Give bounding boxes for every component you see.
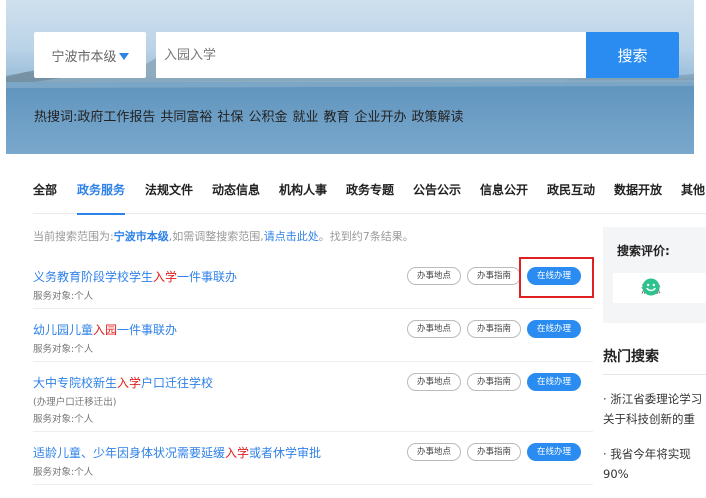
rating-title: 搜索评价: bbox=[617, 244, 670, 258]
tab-gov-services[interactable]: 政务服务 bbox=[77, 178, 126, 215]
service-target: 服务对象:个人 bbox=[33, 467, 94, 478]
tab-regulations[interactable]: 法规文件 bbox=[145, 178, 212, 214]
result-item: 义务教育阶段学校学生入学一件事联办 服务对象:个人 办事地点 办事指南 在线办理 bbox=[33, 256, 593, 309]
service-target: 服务对象:个人 bbox=[33, 344, 94, 355]
tab-announcements[interactable]: 公告公示 bbox=[413, 178, 480, 214]
hot-search-list: · 浙江省委理论学习 关于科技创新的重 · 我省今年将实现 90% bbox=[603, 389, 706, 484]
result-actions: 办事地点 办事指南 在线办理 bbox=[401, 443, 581, 461]
guide-button[interactable]: 办事指南 bbox=[466, 373, 521, 391]
hot-search-item[interactable]: · 我省今年将实现 bbox=[603, 444, 706, 464]
service-note: (办理户口迁移迁出) bbox=[33, 397, 117, 408]
tab-all[interactable]: 全部 bbox=[33, 178, 77, 214]
location-button[interactable]: 办事地点 bbox=[406, 267, 461, 285]
online-apply-button[interactable]: 在线办理 bbox=[526, 373, 581, 391]
smile-icon bbox=[642, 278, 660, 296]
city-select-label: 宁波市本级 bbox=[51, 49, 117, 65]
scope-middle: ,如需调整搜索范围, bbox=[168, 230, 264, 243]
service-target: 服务对象:个人 bbox=[33, 291, 94, 302]
scope-prefix: 当前搜索范围为: bbox=[33, 230, 114, 243]
scope-name: 宁波市本级 bbox=[113, 230, 169, 243]
search-rating-card: 搜索评价: 满意 bbox=[603, 227, 706, 323]
result-item: 幼儿园儿童入园一件事联办 服务对象:个人 办事地点 办事指南 在线办理 bbox=[33, 309, 593, 362]
tab-open-data[interactable]: 数据开放 bbox=[614, 178, 681, 214]
result-item: 适龄儿童、少年因身体状况需要延缓入学或者休学审批 服务对象:个人 办事地点 办事… bbox=[33, 432, 593, 485]
hot-words-bar: 热搜词: 政府工作报告 共同富裕 社保 公积金 就业 教育 企业开办 政策解读 bbox=[34, 106, 469, 125]
guide-button[interactable]: 办事指南 bbox=[466, 267, 521, 285]
hot-words-label: 热搜词: bbox=[34, 110, 78, 125]
tab-other[interactable]: 其他 bbox=[681, 178, 705, 214]
tab-interaction[interactable]: 政民互动 bbox=[547, 178, 614, 214]
change-scope-link[interactable]: 请点击此处 bbox=[264, 230, 319, 243]
hot-word-link[interactable]: 共同富裕 bbox=[160, 106, 212, 125]
result-item: 大中专院校新生入学户口迁往学校 (办理户口迁移迁出) 服务对象:个人 办事地点 … bbox=[33, 362, 593, 432]
tab-personnel[interactable]: 机构人事 bbox=[279, 178, 346, 214]
hot-search-item[interactable]: · 浙江省委理论学习 bbox=[603, 389, 706, 409]
hot-word-link[interactable]: 公积金 bbox=[248, 106, 287, 125]
hot-word-link[interactable]: 教育 bbox=[323, 106, 349, 125]
tab-news[interactable]: 动态信息 bbox=[212, 178, 279, 214]
hot-word-link[interactable]: 企业开办 bbox=[354, 106, 406, 125]
keyword-highlight: 入学 bbox=[117, 376, 142, 390]
hot-word-link[interactable]: 就业 bbox=[292, 106, 318, 125]
guide-button[interactable]: 办事指南 bbox=[466, 443, 521, 461]
service-target: 服务对象:个人 bbox=[33, 414, 94, 425]
search-input[interactable] bbox=[156, 32, 586, 78]
scope-suffix: 。找到约7条结果。 bbox=[318, 230, 414, 243]
city-select[interactable]: 宁波市本级 bbox=[34, 32, 146, 78]
tab-topics[interactable]: 政务专题 bbox=[346, 178, 413, 214]
caret-down-icon bbox=[118, 52, 129, 60]
guide-button[interactable]: 办事指南 bbox=[466, 320, 521, 338]
online-apply-button[interactable]: 在线办理 bbox=[526, 267, 581, 285]
location-button[interactable]: 办事地点 bbox=[406, 443, 461, 461]
result-actions: 办事地点 办事指南 在线办理 bbox=[401, 267, 581, 285]
search-button[interactable]: 搜索 bbox=[586, 32, 679, 78]
tab-disclosure[interactable]: 信息公开 bbox=[480, 178, 547, 214]
result-actions: 办事地点 办事指南 在线办理 bbox=[401, 320, 581, 338]
location-button[interactable]: 办事地点 bbox=[406, 320, 461, 338]
hot-word-link[interactable]: 政府工作报告 bbox=[77, 106, 155, 125]
category-tabs: 全部 政务服务 法规文件 动态信息 机构人事 政务专题 公告公示 信息公开 政民… bbox=[33, 178, 706, 215]
search-banner: 宁波市本级 搜索 热搜词: 政府工作报告 共同富裕 社保 公积金 就业 教育 企… bbox=[6, 0, 694, 154]
keyword-highlight: 入学 bbox=[225, 446, 250, 460]
hot-search-item-cont[interactable]: 90% bbox=[603, 464, 706, 484]
search-scope-info: 当前搜索范围为:宁波市本级,如需调整搜索范围,请点击此处。找到约7条结果。 bbox=[33, 228, 414, 244]
hot-word-link[interactable]: 社保 bbox=[217, 106, 243, 125]
online-apply-button[interactable]: 在线办理 bbox=[526, 320, 581, 338]
hot-search-title: 热门搜索 bbox=[603, 346, 706, 375]
online-apply-button[interactable]: 在线办理 bbox=[526, 443, 581, 461]
hot-search-item-cont[interactable]: 关于科技创新的重 bbox=[603, 409, 706, 429]
location-button[interactable]: 办事地点 bbox=[406, 373, 461, 391]
search-box: 宁波市本级 搜索 bbox=[34, 32, 679, 78]
keyword-highlight: 入学 bbox=[153, 270, 178, 284]
results-list: 义务教育阶段学校学生入学一件事联办 服务对象:个人 办事地点 办事指南 在线办理… bbox=[33, 256, 593, 485]
result-actions: 办事地点 办事指南 在线办理 bbox=[401, 373, 581, 391]
keyword-highlight: 入园 bbox=[93, 323, 118, 337]
hot-word-link[interactable]: 政策解读 bbox=[412, 106, 464, 125]
